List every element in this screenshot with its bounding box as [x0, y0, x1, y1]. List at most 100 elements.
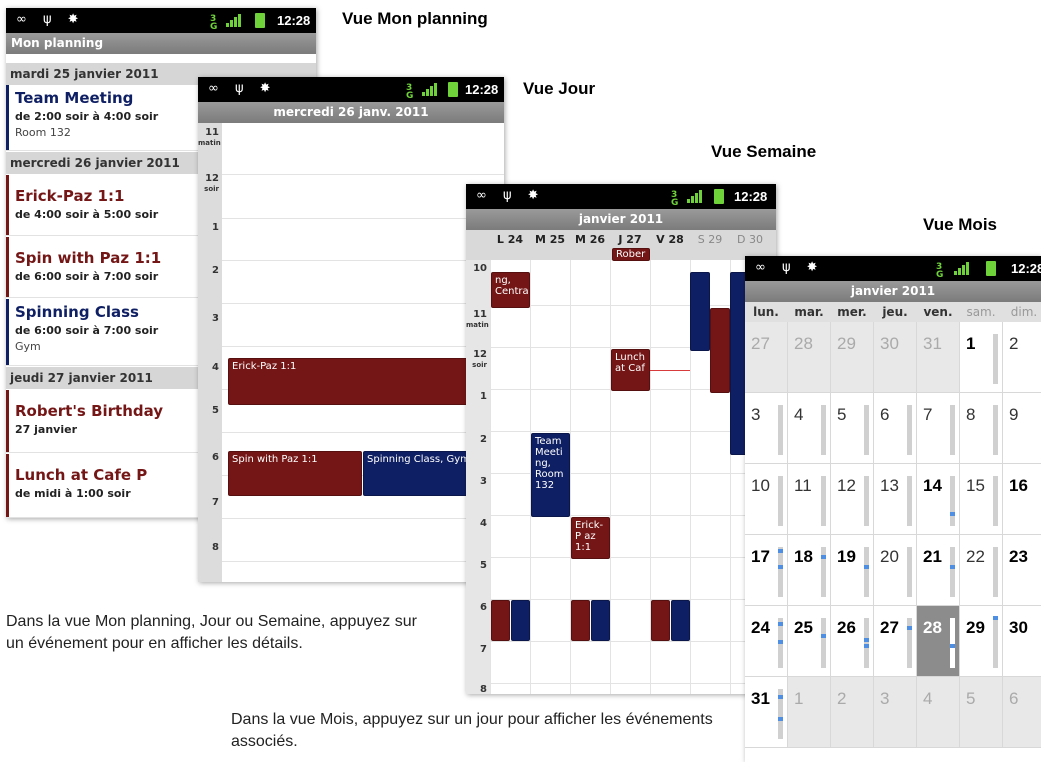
- 3g-icon: 3G: [406, 83, 414, 101]
- day-cell[interactable]: 1: [960, 322, 1003, 393]
- day-cell-today[interactable]: 28: [917, 606, 960, 677]
- signal-icon: [954, 262, 970, 275]
- day-cell[interactable]: 10: [745, 464, 788, 535]
- week-day-label[interactable]: V 28: [650, 233, 690, 246]
- day-cell[interactable]: 29: [831, 322, 874, 393]
- day-cell[interactable]: 8: [960, 393, 1003, 464]
- week-event-central[interactable]: ng, Centra: [491, 272, 530, 308]
- month-title: janvier 2011: [850, 284, 936, 298]
- hour-label: 4: [212, 362, 219, 373]
- day-cell[interactable]: 15: [960, 464, 1003, 535]
- status-bar: ∞ ψ ✸ 3G 12:28: [198, 77, 504, 102]
- week-event-spinning-fri[interactable]: [671, 600, 690, 641]
- battery-icon: [714, 189, 724, 204]
- event-color-bar: [6, 237, 9, 297]
- dow-label: sam.: [966, 305, 996, 319]
- week-event-lunch[interactable]: Lunch at Caf: [611, 349, 650, 391]
- week-day-label[interactable]: M 25: [530, 233, 570, 246]
- day-cell[interactable]: 6: [1003, 677, 1041, 748]
- week-event-erick[interactable]: Erick-P az 1:1: [571, 517, 610, 559]
- day-screen: ∞ ψ ✸ 3G 12:28 mercredi 26 janv. 2011 11…: [198, 77, 504, 582]
- day-event-spin-paz[interactable]: Spin with Paz 1:1: [228, 451, 362, 496]
- day-cell[interactable]: 22: [960, 535, 1003, 606]
- day-cell[interactable]: 28: [788, 322, 831, 393]
- day-cell[interactable]: 2: [1003, 322, 1041, 393]
- week-day-label[interactable]: S 29: [690, 233, 730, 246]
- week-allday-event[interactable]: Rober: [612, 248, 650, 261]
- day-cell[interactable]: 12: [831, 464, 874, 535]
- week-screen: ∞ ψ ✸ 3G 12:28 janvier 2011 L 24 M 25 M …: [466, 184, 776, 694]
- note-tap-day: Dans la vue Mois, appuyez sur un jour po…: [231, 711, 713, 750]
- day-cell[interactable]: 19: [831, 535, 874, 606]
- day-cell[interactable]: 16: [1003, 464, 1041, 535]
- day-cell[interactable]: 4: [788, 393, 831, 464]
- day-cell[interactable]: 27: [745, 322, 788, 393]
- day-cell[interactable]: 6: [874, 393, 917, 464]
- week-event-team-meeting[interactable]: Team Meeti ng, Room 132: [531, 433, 570, 517]
- day-cell[interactable]: 18: [788, 535, 831, 606]
- battery-icon: [255, 13, 265, 28]
- day-cell[interactable]: 14: [917, 464, 960, 535]
- day-cell[interactable]: 30: [1003, 606, 1041, 677]
- day-cell[interactable]: 26: [831, 606, 874, 677]
- week-day-label[interactable]: M 26: [570, 233, 610, 246]
- battery-icon: [986, 261, 996, 276]
- hour-line: [490, 599, 776, 600]
- day-cell[interactable]: 23: [1003, 535, 1041, 606]
- day-cell[interactable]: 17: [745, 535, 788, 606]
- day-cell[interactable]: 27: [874, 606, 917, 677]
- day-cell[interactable]: 5: [831, 393, 874, 464]
- hour-line: [222, 260, 504, 261]
- week-event-red-sat[interactable]: [710, 308, 730, 393]
- week-event-spinning-mon[interactable]: [511, 600, 530, 641]
- week-event-spin-wed[interactable]: [571, 600, 590, 641]
- hour-label: 12 soir: [204, 173, 219, 194]
- hour-label: 4: [480, 518, 487, 529]
- week-event-spin-fri[interactable]: [651, 600, 670, 641]
- week-event-spinning-wed[interactable]: [591, 600, 610, 641]
- hour-label: 10: [473, 264, 487, 271]
- day-cell[interactable]: 9: [1003, 393, 1041, 464]
- event-color-bar: [6, 390, 9, 452]
- day-cell[interactable]: 31: [745, 677, 788, 748]
- week-day-label[interactable]: J 27: [610, 233, 650, 246]
- event-color-bar: [6, 454, 9, 517]
- day-cell[interactable]: 13: [874, 464, 917, 535]
- notification-icons: ∞ ψ ✸: [16, 12, 85, 27]
- day-cell[interactable]: 21: [917, 535, 960, 606]
- hour-label: 12 soir: [472, 349, 487, 370]
- 3g-icon: 3G: [210, 14, 218, 32]
- clock: 12:28: [1011, 261, 1041, 276]
- day-cell[interactable]: 7: [917, 393, 960, 464]
- week-event-spin-mon[interactable]: [491, 600, 510, 641]
- week-day-label[interactable]: L 24: [490, 233, 530, 246]
- day-event-erick-paz[interactable]: Erick-Paz 1:1: [228, 358, 504, 405]
- week-day-label[interactable]: D 30: [730, 233, 770, 246]
- hour-label: 8: [212, 542, 219, 553]
- hour-line: [490, 683, 776, 684]
- day-cell[interactable]: 29: [960, 606, 1003, 677]
- battery-icon: [448, 82, 458, 97]
- day-cell[interactable]: 4: [917, 677, 960, 748]
- signal-icon: [226, 14, 242, 27]
- day-cell[interactable]: 3: [874, 677, 917, 748]
- day-cell[interactable]: 30: [874, 322, 917, 393]
- month-screen: ∞ ψ ✸ 3G 12:28 janvier 2011 lun. mar. me…: [745, 256, 1041, 762]
- day-cell[interactable]: 11: [788, 464, 831, 535]
- dow-label: mar.: [794, 305, 824, 319]
- day-cell[interactable]: 31: [917, 322, 960, 393]
- day-cell[interactable]: 1: [788, 677, 831, 748]
- day-cell[interactable]: 20: [874, 535, 917, 606]
- day-cell[interactable]: 3: [745, 393, 788, 464]
- day-cell[interactable]: 25: [788, 606, 831, 677]
- clock: 12:28: [734, 189, 768, 204]
- hour-label: 5: [212, 405, 219, 416]
- hour-line: [222, 174, 504, 175]
- day-cell[interactable]: 24: [745, 606, 788, 677]
- week-event-blue-sat[interactable]: [690, 272, 710, 351]
- day-cell[interactable]: 5: [960, 677, 1003, 748]
- day-cell[interactable]: 2: [831, 677, 874, 748]
- notification-icons: ∞ ψ ✸: [476, 188, 545, 203]
- event-color-bar: [6, 175, 9, 235]
- hour-label: 2: [212, 265, 219, 276]
